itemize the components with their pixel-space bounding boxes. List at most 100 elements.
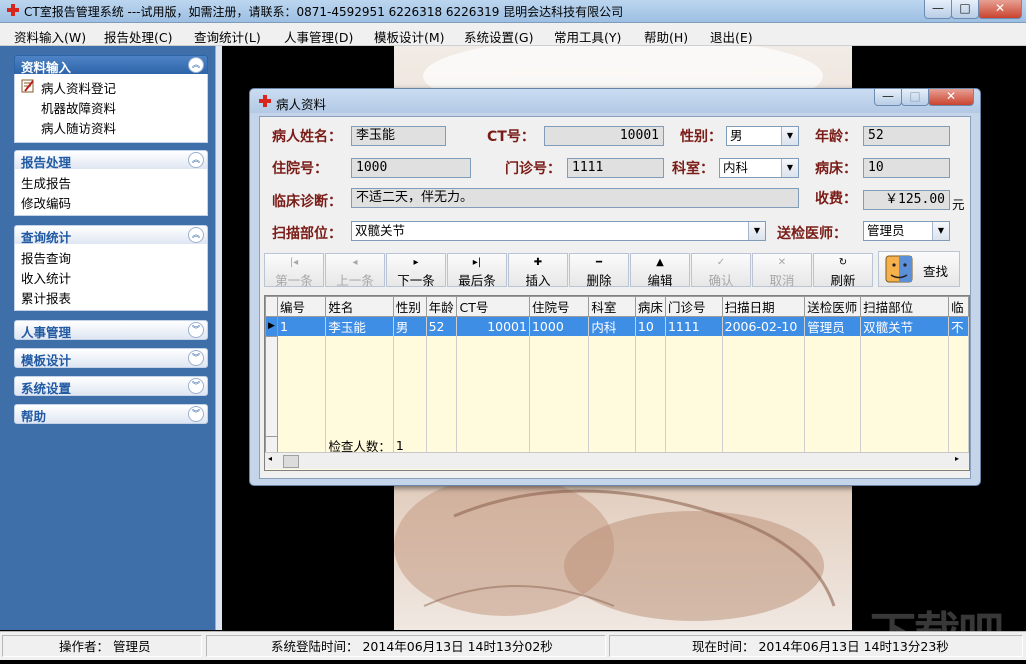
next-record-button[interactable]: ▸ 下一条: [386, 253, 446, 288]
first-record-button[interactable]: |◂ 第一条: [264, 253, 324, 288]
table-cell[interactable]: 李玉能: [325, 316, 394, 336]
column-header[interactable]: 年龄: [425, 296, 458, 317]
chevron-down-icon[interactable]: ▼: [781, 127, 798, 145]
close-button[interactable]: ✕: [978, 0, 1022, 19]
sidebar-group-report[interactable]: 报告处理 ︽: [14, 150, 208, 170]
sidebar-group-settings[interactable]: 系统设置 ︾: [14, 376, 208, 396]
delete-button[interactable]: ━ 删除: [569, 253, 629, 288]
sidebar-splitter[interactable]: [215, 46, 222, 630]
bed-field[interactable]: 10: [863, 158, 950, 178]
scroll-right-icon[interactable]: ▸: [955, 454, 959, 463]
sidebar-item-report-query[interactable]: 报告查询: [21, 248, 71, 267]
scroll-thumb[interactable]: [283, 455, 299, 468]
scroll-left-icon[interactable]: ◂: [268, 454, 272, 463]
sidebar-item-income-stats[interactable]: 收入统计: [21, 268, 71, 287]
table-cell[interactable]: 10001: [456, 316, 530, 336]
row-indicator-icon[interactable]: ▶: [265, 316, 278, 337]
sidebar-item-generate-report[interactable]: 生成报告: [21, 173, 71, 192]
outpatient-number-field[interactable]: 1111: [567, 158, 664, 178]
sidebar-group-body: 病人资料登记 机器故障资料 病人随访资料: [14, 74, 208, 143]
age-field[interactable]: 52: [863, 126, 950, 146]
table-cell[interactable]: 双髋关节: [860, 316, 950, 336]
collapse-icon[interactable]: ︽: [188, 57, 204, 73]
chevron-down-icon[interactable]: ▼: [748, 222, 765, 240]
column-header[interactable]: 科室: [588, 296, 636, 317]
chevron-down-icon[interactable]: ▼: [932, 222, 949, 240]
column-header[interactable]: CT号: [456, 296, 530, 317]
table-cell[interactable]: 10: [635, 316, 666, 336]
minimize-button[interactable]: —: [924, 0, 952, 19]
dialog-maximize-button: □: [901, 89, 929, 106]
column-header[interactable]: 性别: [392, 296, 427, 317]
menu-template[interactable]: 模板设计(M): [374, 27, 445, 46]
table-row[interactable]: ▶ 1 李玉能 男 52 10001 1000 内科 10 1111 2006-…: [265, 316, 969, 337]
expand-icon[interactable]: ︾: [188, 406, 204, 422]
sidebar-group-template[interactable]: 模板设计 ︾: [14, 348, 208, 368]
sidebar-item-cumulative-report[interactable]: 累计报表: [21, 288, 71, 307]
table-cell[interactable]: 不: [948, 316, 969, 336]
ct-number-field[interactable]: 10001: [544, 126, 664, 146]
gender-select[interactable]: 男 ▼: [726, 126, 799, 146]
expand-icon[interactable]: ︾: [188, 322, 204, 338]
column-header[interactable]: 姓名: [325, 296, 394, 317]
menu-personnel[interactable]: 人事管理(D): [284, 27, 353, 46]
expand-icon[interactable]: ︾: [188, 350, 204, 366]
refresh-button[interactable]: ↻ 刷新: [813, 253, 873, 288]
dialog-minimize-button[interactable]: —: [874, 89, 902, 106]
table-cell[interactable]: 52: [426, 316, 458, 336]
button-label: 上一条: [336, 273, 374, 288]
table-cell[interactable]: 1: [277, 316, 327, 336]
sidebar-item-patient-followup[interactable]: 病人随访资料: [41, 118, 116, 137]
column-header[interactable]: 住院号: [528, 296, 590, 317]
insert-button[interactable]: ✚ 插入: [508, 253, 568, 288]
dialog-close-button[interactable]: ✕: [928, 89, 974, 106]
column-header[interactable]: 扫描日期: [721, 296, 806, 317]
column-header[interactable]: 扫描部位: [860, 296, 950, 317]
sidebar-group-personnel[interactable]: 人事管理 ︾: [14, 320, 208, 340]
table-cell[interactable]: 内科: [588, 316, 636, 336]
expand-icon[interactable]: ︾: [188, 378, 204, 394]
horizontal-scrollbar[interactable]: ◂ ▸: [265, 452, 969, 469]
menu-query[interactable]: 查询统计(L): [194, 27, 261, 46]
department-select[interactable]: 内科 ▼: [719, 158, 799, 178]
menu-report[interactable]: 报告处理(C): [104, 27, 172, 46]
sidebar-item-edit-code[interactable]: 修改编码: [21, 193, 71, 212]
prev-record-button[interactable]: ◂ 上一条: [325, 253, 385, 288]
last-record-button[interactable]: ▸| 最后条: [447, 253, 507, 288]
column-header[interactable]: 临: [948, 296, 969, 317]
fee-field[interactable]: ￥125.00: [863, 190, 950, 210]
menu-data-input[interactable]: 资料输入(W): [14, 27, 86, 46]
sidebar-item-machine-fault[interactable]: 机器故障资料: [41, 98, 116, 117]
doctor-select[interactable]: 管理员 ▼: [863, 221, 950, 241]
table-cell[interactable]: 2006-02-10: [722, 316, 806, 336]
column-header[interactable]: 病床: [634, 296, 666, 317]
table-cell[interactable]: 1111: [665, 316, 723, 336]
chevron-down-icon[interactable]: ▼: [781, 159, 798, 177]
sidebar-group-help[interactable]: 帮助 ︾: [14, 404, 208, 424]
menu-exit[interactable]: 退出(E): [710, 27, 753, 46]
cancel-button[interactable]: ✕ 取消: [752, 253, 812, 288]
diagnosis-label: 临床诊断：: [272, 194, 342, 210]
table-cell[interactable]: 管理员: [804, 316, 862, 336]
edit-button[interactable]: ▲ 编辑: [630, 253, 690, 288]
column-header[interactable]: 编号: [276, 296, 327, 317]
column-header[interactable]: 送检医师: [804, 296, 862, 317]
confirm-button[interactable]: ✓ 确认: [691, 253, 751, 288]
collapse-icon[interactable]: ︽: [188, 227, 204, 243]
scan-part-select[interactable]: 双髋关节 ▼: [351, 221, 766, 241]
column-header[interactable]: 门诊号: [664, 296, 723, 317]
sidebar-item-patient-register[interactable]: 病人资料登记: [41, 78, 116, 97]
collapse-icon[interactable]: ︽: [188, 152, 204, 168]
menu-tools[interactable]: 常用工具(Y): [554, 27, 621, 46]
diagnosis-field[interactable]: 不适二天，伴无力。: [351, 188, 799, 208]
sidebar-group-data-input[interactable]: 资料输入 ︽: [14, 55, 208, 75]
table-cell[interactable]: 男: [393, 316, 427, 336]
name-field[interactable]: 李玉能: [351, 126, 446, 146]
search-button[interactable]: 查找: [878, 251, 960, 287]
inpatient-number-field[interactable]: 1000: [351, 158, 471, 178]
menu-help[interactable]: 帮助(H): [644, 27, 688, 46]
table-cell[interactable]: 1000: [529, 316, 590, 336]
menu-settings[interactable]: 系统设置(G): [464, 27, 533, 46]
maximize-button[interactable]: □: [951, 0, 979, 19]
sidebar-group-query[interactable]: 查询统计 ︽: [14, 225, 208, 245]
